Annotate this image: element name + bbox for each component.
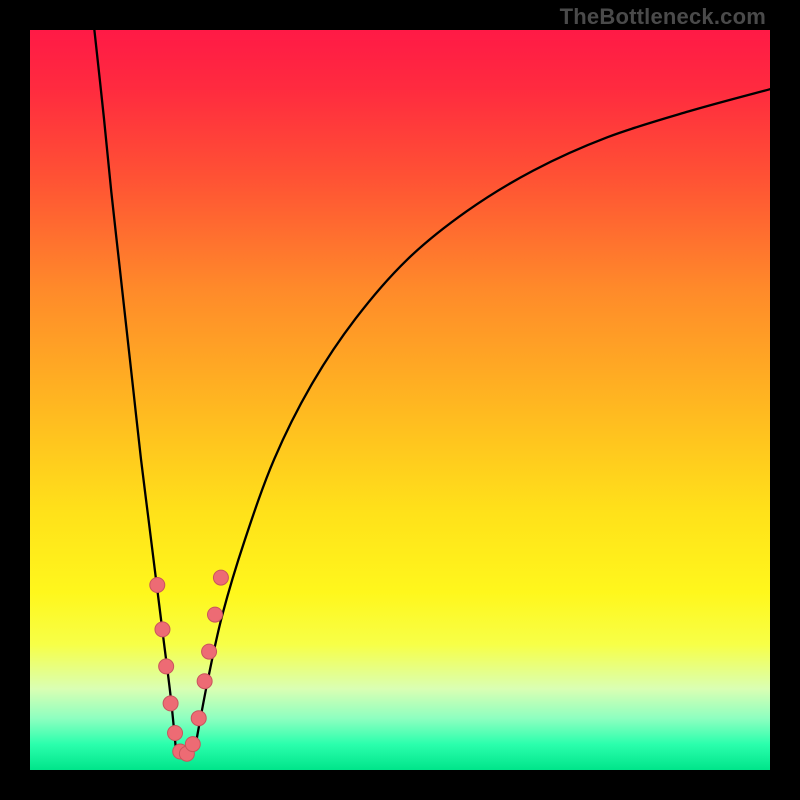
marker-point xyxy=(208,607,223,622)
bottleneck-curve-left xyxy=(94,30,175,748)
marker-point xyxy=(168,726,183,741)
chart-frame: TheBottleneck.com xyxy=(0,0,800,800)
marker-point xyxy=(191,711,206,726)
marker-point xyxy=(163,696,178,711)
curve-layer xyxy=(30,30,770,770)
marker-point xyxy=(213,570,228,585)
marker-point xyxy=(150,578,165,593)
marker-point xyxy=(202,644,217,659)
watermark-text: TheBottleneck.com xyxy=(560,4,766,30)
marker-point xyxy=(159,659,174,674)
marker-point xyxy=(155,622,170,637)
plot-area xyxy=(30,30,770,770)
marker-point xyxy=(197,674,212,689)
marker-point xyxy=(185,737,200,752)
bottleneck-curve-right xyxy=(195,89,770,748)
marker-group xyxy=(150,570,229,761)
